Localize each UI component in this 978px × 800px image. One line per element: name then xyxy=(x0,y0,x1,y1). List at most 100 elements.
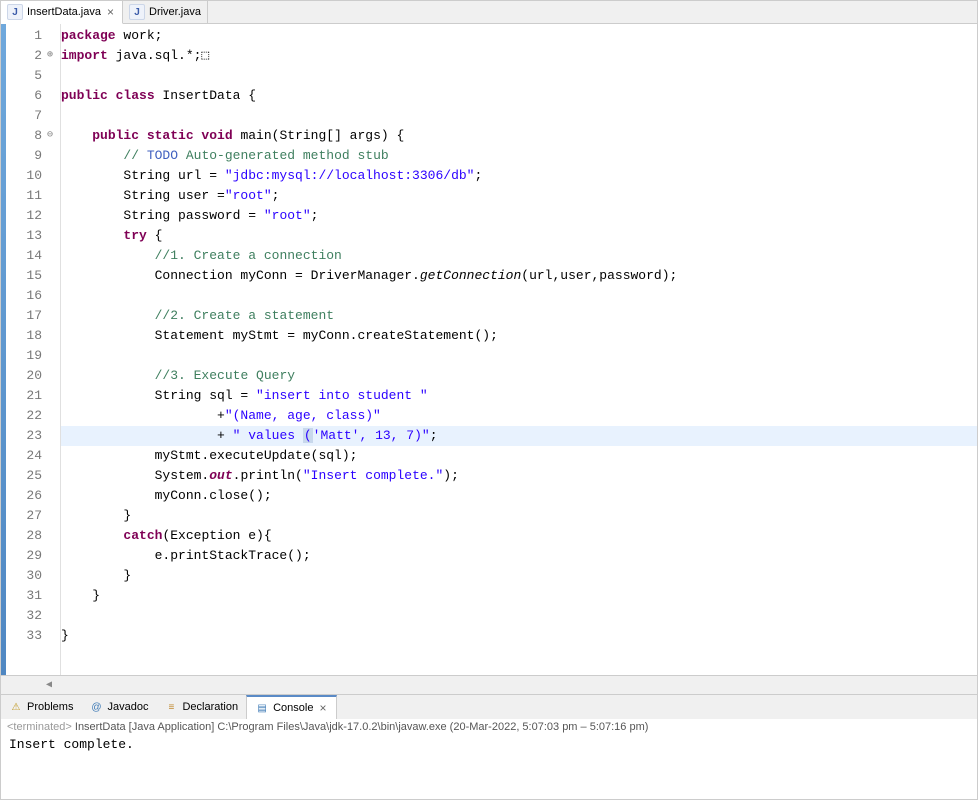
code-line[interactable]: String user ="root"; xyxy=(61,186,977,206)
fold-marker[interactable] xyxy=(46,126,60,146)
console-text: Insert complete. xyxy=(9,737,134,752)
bottom-tab-declaration[interactable]: ≡ Declaration xyxy=(156,695,246,719)
code-line[interactable]: Connection myConn = DriverManager.getCon… xyxy=(61,266,977,286)
fold-marker-strip[interactable] xyxy=(46,24,61,675)
code-line[interactable]: catch(Exception e){ xyxy=(61,526,977,546)
fold-marker xyxy=(46,146,60,166)
code-line[interactable]: } xyxy=(61,566,977,586)
fold-marker xyxy=(46,226,60,246)
editor-tab[interactable]: JDriver.java xyxy=(123,1,208,23)
code-editor[interactable]: 1256789101112131415161718192021222324252… xyxy=(1,24,977,675)
bottom-tab-console[interactable]: ▤Console× xyxy=(246,695,337,719)
line-number: 23 xyxy=(6,426,46,446)
code-line[interactable]: +"(Name, age, class)" xyxy=(61,406,977,426)
fold-marker xyxy=(46,546,60,566)
code-line[interactable] xyxy=(61,606,977,626)
code-line[interactable] xyxy=(61,346,977,366)
console-output[interactable]: Insert complete. xyxy=(1,735,977,799)
code-line[interactable]: //3. Execute Query xyxy=(61,366,977,386)
code-line[interactable]: public static void main(String[] args) { xyxy=(61,126,977,146)
code-line[interactable]: String url = "jdbc:mysql://localhost:330… xyxy=(61,166,977,186)
fold-marker xyxy=(46,606,60,626)
fold-marker xyxy=(46,206,60,226)
line-number: 12 xyxy=(6,206,46,226)
code-line[interactable]: } xyxy=(61,506,977,526)
code-line[interactable]: public class InsertData { xyxy=(61,86,977,106)
fold-marker xyxy=(46,386,60,406)
code-area[interactable]: package work;import java.sql.*;⬚ public c… xyxy=(61,24,977,675)
code-line[interactable]: // TODO Auto-generated method stub xyxy=(61,146,977,166)
fold-marker xyxy=(46,426,60,446)
line-number: 33 xyxy=(6,626,46,646)
fold-marker xyxy=(46,626,60,646)
close-icon[interactable]: × xyxy=(317,701,328,715)
tab-label: Driver.java xyxy=(149,6,201,18)
close-icon[interactable]: × xyxy=(105,5,116,19)
fold-marker xyxy=(46,586,60,606)
code-line[interactable]: myConn.close(); xyxy=(61,486,977,506)
ide-window: JInsertData.java×JDriver.java 1256789101… xyxy=(0,0,978,800)
code-line[interactable]: e.printStackTrace(); xyxy=(61,546,977,566)
editor-tabs: JInsertData.java×JDriver.java xyxy=(1,1,977,24)
line-number: 30 xyxy=(6,566,46,586)
line-number: 11 xyxy=(6,186,46,206)
line-number: 6 xyxy=(6,86,46,106)
code-line[interactable]: import java.sql.*;⬚ xyxy=(61,46,977,66)
fold-marker xyxy=(46,186,60,206)
code-line[interactable]: } xyxy=(61,586,977,606)
horizontal-scrollbar[interactable]: ◀ xyxy=(1,675,977,694)
bottom-tab-label: Console xyxy=(273,702,313,714)
line-number: 20 xyxy=(6,366,46,386)
fold-marker xyxy=(46,406,60,426)
javadoc-icon: @ xyxy=(89,700,103,714)
declaration-icon: ≡ xyxy=(164,700,178,714)
fold-marker xyxy=(46,366,60,386)
line-number: 13 xyxy=(6,226,46,246)
code-line[interactable]: System.out.println("Insert complete."); xyxy=(61,466,977,486)
code-line[interactable]: } xyxy=(61,626,977,646)
line-number: 25 xyxy=(6,466,46,486)
tab-label: InsertData.java xyxy=(27,6,101,18)
line-number: 15 xyxy=(6,266,46,286)
code-line[interactable]: package work; xyxy=(61,26,977,46)
fold-marker xyxy=(46,306,60,326)
bottom-tab-javadoc[interactable]: @Javadoc xyxy=(81,695,156,719)
fold-marker xyxy=(46,246,60,266)
editor-tab[interactable]: JInsertData.java× xyxy=(1,1,123,24)
line-number: 32 xyxy=(6,606,46,626)
code-line[interactable]: String sql = "insert into student " xyxy=(61,386,977,406)
fold-marker[interactable] xyxy=(46,46,60,66)
fold-marker xyxy=(46,26,60,46)
fold-marker xyxy=(46,466,60,486)
line-number: 5 xyxy=(6,66,46,86)
code-line[interactable] xyxy=(61,66,977,86)
code-line[interactable]: Statement myStmt = myConn.createStatemen… xyxy=(61,326,977,346)
code-line[interactable]: try { xyxy=(61,226,977,246)
problems-icon: ⚠ xyxy=(9,700,23,714)
bottom-tab-label: Problems xyxy=(27,701,73,713)
line-number: 24 xyxy=(6,446,46,466)
code-line[interactable]: myStmt.executeUpdate(sql); xyxy=(61,446,977,466)
console-status-line: <terminated> InsertData [Java Applicatio… xyxy=(1,719,977,735)
line-number: 2 xyxy=(6,46,46,66)
fold-marker xyxy=(46,506,60,526)
line-number: 26 xyxy=(6,486,46,506)
fold-marker xyxy=(46,346,60,366)
line-number: 1 xyxy=(6,26,46,46)
line-number: 22 xyxy=(6,406,46,426)
code-line[interactable] xyxy=(61,106,977,126)
code-line[interactable]: + " values ('Matt', 13, 7)"; xyxy=(61,426,977,446)
code-line[interactable] xyxy=(61,286,977,306)
line-number: 18 xyxy=(6,326,46,346)
fold-marker xyxy=(46,266,60,286)
code-line[interactable]: //2. Create a statement xyxy=(61,306,977,326)
fold-marker xyxy=(46,286,60,306)
fold-marker xyxy=(46,66,60,86)
code-line[interactable]: //1. Create a connection xyxy=(61,246,977,266)
line-number: 17 xyxy=(6,306,46,326)
bottom-tab-problems[interactable]: ⚠ Problems xyxy=(1,695,81,719)
scroll-left-icon[interactable]: ◀ xyxy=(41,678,57,692)
terminated-label: <terminated> xyxy=(7,721,72,733)
code-line[interactable]: String password = "root"; xyxy=(61,206,977,226)
bottom-tab-label: Declaration xyxy=(182,701,238,713)
